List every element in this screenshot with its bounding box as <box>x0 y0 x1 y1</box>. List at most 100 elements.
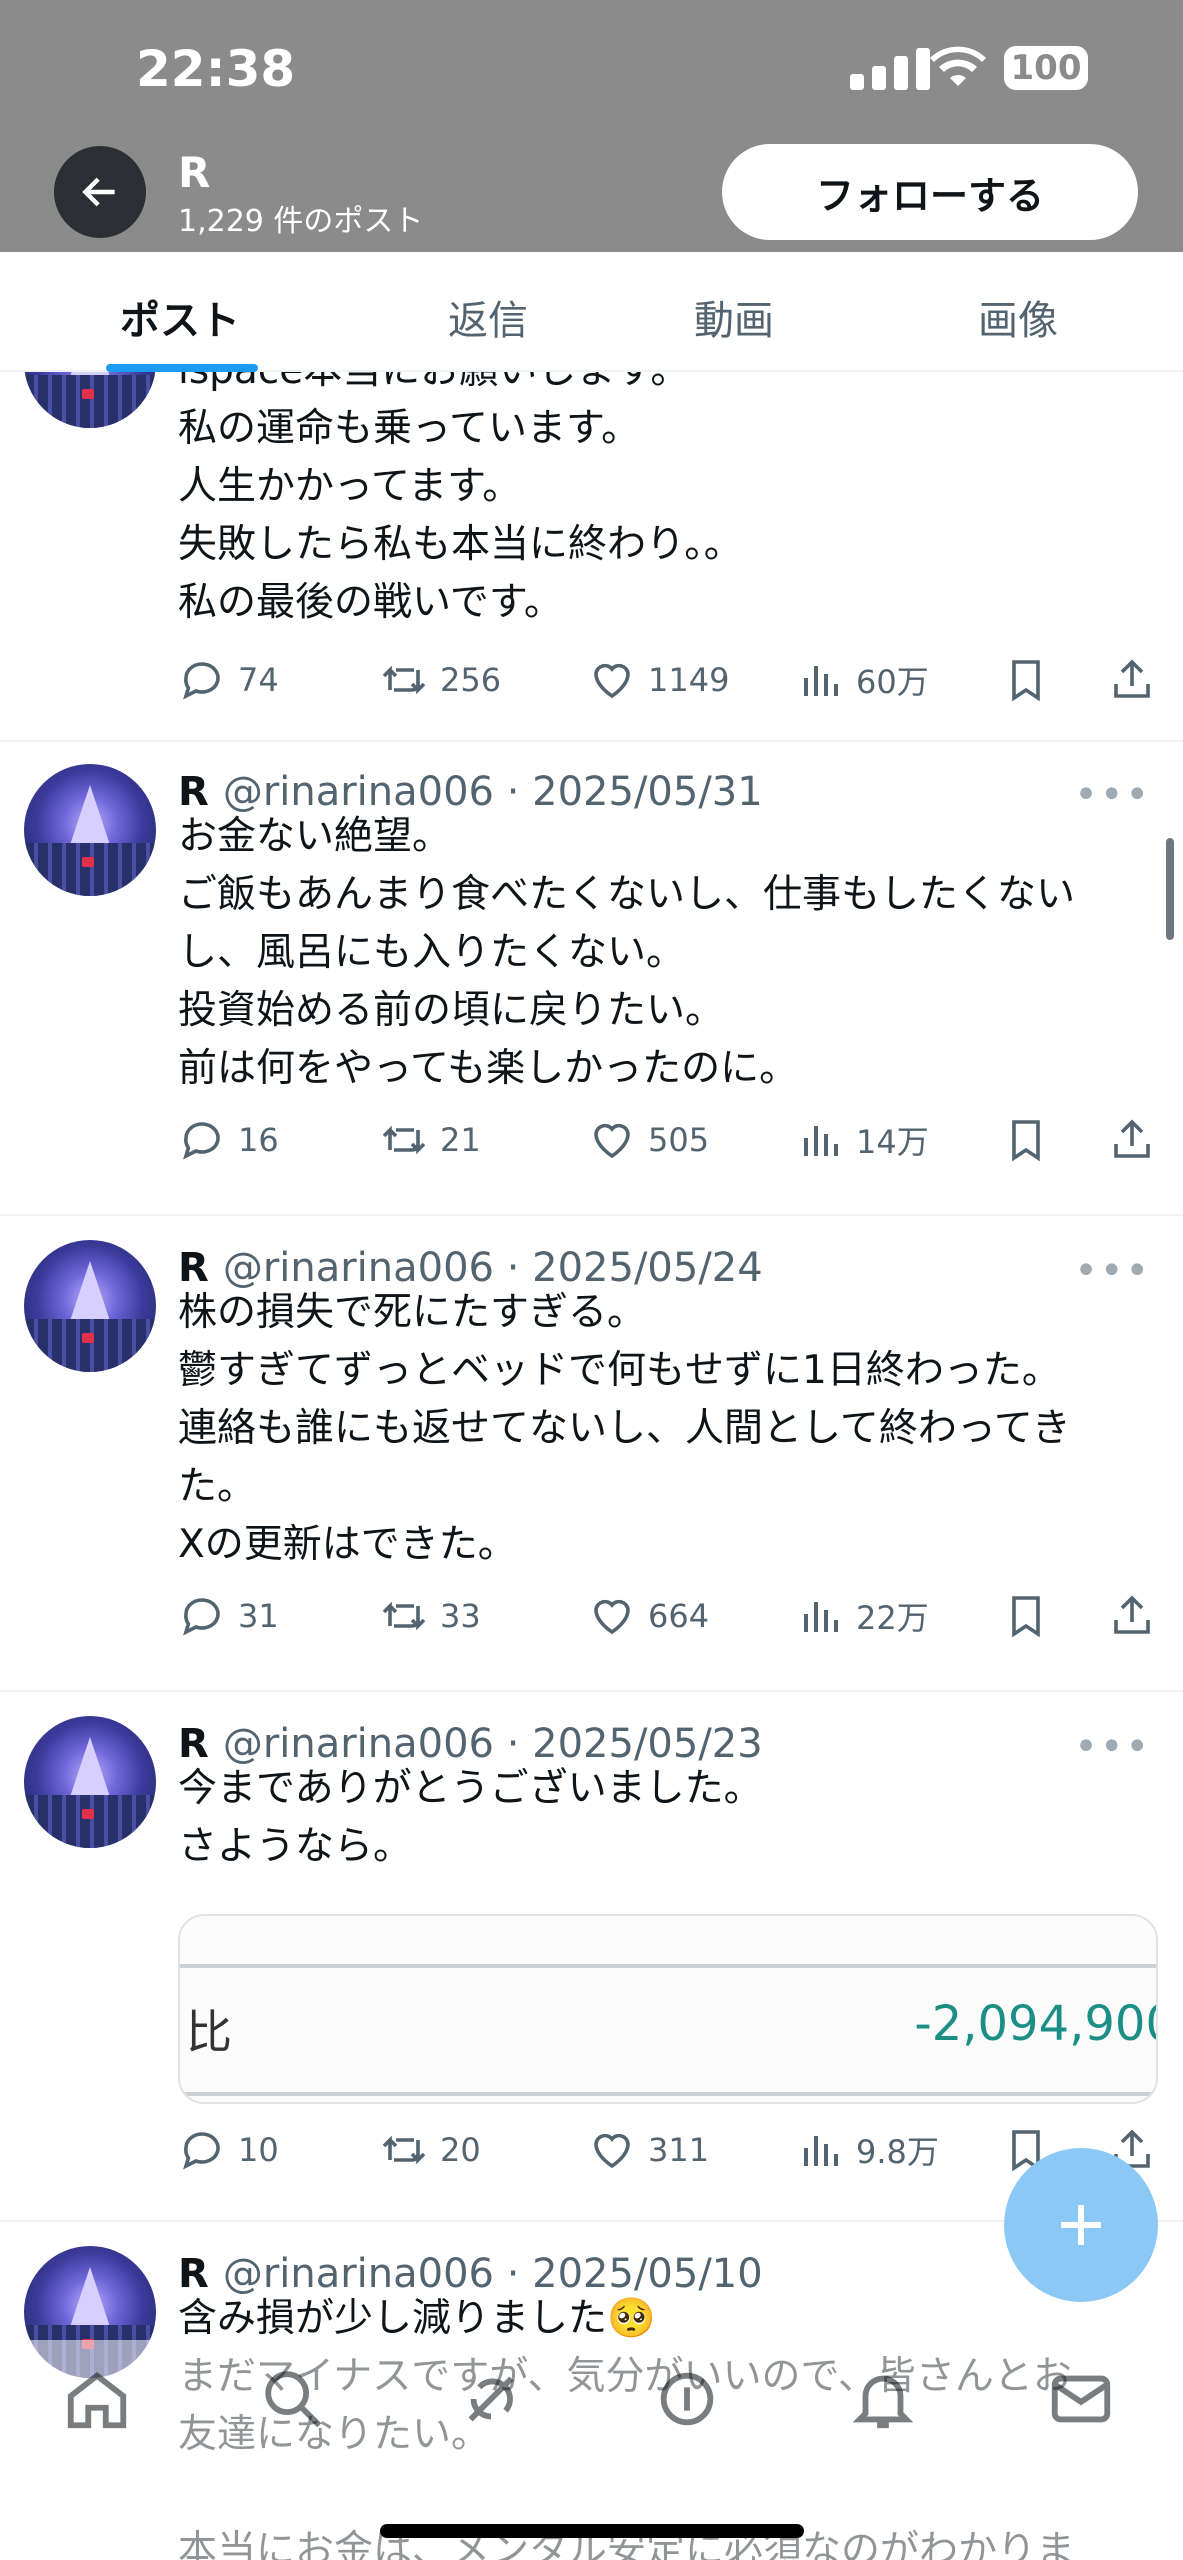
bookmark-icon <box>1012 1120 1040 1162</box>
profile-tabs: ポスト 返信 動画 画像 <box>0 252 1183 372</box>
bookmark-button[interactable] <box>1002 1592 1062 1640</box>
repost-count: 33 <box>440 1597 481 1635</box>
profile-header-bar: 22:38 100 R 1,229 件のポスト フォローする <box>0 0 1183 252</box>
views-button[interactable]: 22万 <box>796 1592 929 1640</box>
wifi-icon <box>930 46 986 86</box>
tab-images[interactable]: 画像 <box>978 288 1058 346</box>
avatar[interactable] <box>24 1716 156 1848</box>
post-text: ispace本当にお願いします。 私の運命も乗っています。 人生かかってます。 … <box>178 372 743 625</box>
reply-icon <box>183 1598 220 1636</box>
repost-count: 256 <box>440 661 502 699</box>
like-count: 1149 <box>648 661 730 699</box>
views-button[interactable]: 60万 <box>796 656 929 704</box>
repost-button[interactable]: 21 <box>380 1116 481 1164</box>
reply-icon <box>183 2132 220 2170</box>
share-button[interactable] <box>1108 656 1168 704</box>
tab-posts[interactable]: ポスト <box>120 288 240 346</box>
home-icon[interactable] <box>62 2364 132 2434</box>
follow-button[interactable]: フォローする <box>722 144 1138 240</box>
like-button[interactable]: 1149 <box>588 656 729 704</box>
like-icon <box>594 1599 630 1635</box>
like-button[interactable]: 664 <box>588 1592 709 1640</box>
tab-replies[interactable]: 返信 <box>448 288 528 346</box>
back-button[interactable] <box>54 146 146 238</box>
views-button[interactable]: 9.8万 <box>796 2126 939 2174</box>
reply-button[interactable]: 10 <box>178 2126 279 2174</box>
reply-icon <box>183 662 220 700</box>
like-count: 664 <box>648 1597 710 1635</box>
share-button[interactable] <box>1108 1116 1168 1164</box>
post-actions: 31 33 664 22万 <box>178 1586 1163 1646</box>
like-count: 505 <box>648 1121 710 1159</box>
spaces-icon[interactable] <box>652 2364 722 2434</box>
image-label: 日比 <box>180 2005 232 2059</box>
share-icon <box>1114 1119 1150 1158</box>
share-button[interactable] <box>1108 1592 1168 1640</box>
repost-icon <box>382 2135 426 2165</box>
messages-icon[interactable] <box>1046 2364 1116 2434</box>
reply-button[interactable]: 74 <box>178 656 279 704</box>
repost-icon <box>382 665 426 695</box>
post-item[interactable]: R @rinarina006 · 2025/05/24 ••• 株の損失で死にたす… <box>0 1218 1183 1692</box>
status-time: 22:38 <box>136 40 296 98</box>
post-count: 1,229 件のポスト <box>178 204 424 239</box>
back-arrow-icon <box>82 177 115 207</box>
bookmark-button[interactable] <box>1002 656 1062 704</box>
reply-count: 16 <box>238 1121 279 1159</box>
notifications-icon[interactable] <box>848 2364 918 2434</box>
battery-indicator: 100 <box>1004 46 1088 90</box>
more-options-icon[interactable]: ••• <box>1074 1248 1151 1294</box>
compose-button[interactable] <box>1004 2148 1158 2302</box>
tab-videos[interactable]: 動画 <box>694 288 774 346</box>
repost-count: 20 <box>440 2131 481 2169</box>
views-icon <box>804 1602 838 1632</box>
repost-button[interactable]: 33 <box>380 1592 481 1640</box>
post-item[interactable]: ispace本当にお願いします。 私の運命も乗っています。 人生かかってます。 … <box>0 372 1183 742</box>
post-text: お金ない絶望。 ご飯もあんまり食べたくないし、仕事もしたくない し、風呂にも入り… <box>178 814 1076 1091</box>
post-item[interactable]: R @rinarina006 · 2025/05/23 ••• 今までありがとうご… <box>0 1694 1183 2222</box>
bookmark-button[interactable] <box>1002 1116 1062 1164</box>
post-text: 今までありがとうございました。 さようなら。 <box>178 1766 763 1869</box>
profile-name: R <box>178 148 211 197</box>
attached-image[interactable]: 日比 -2,094,900 <box>178 1914 1158 2104</box>
like-button[interactable]: 311 <box>588 2126 709 2174</box>
more-options-icon[interactable]: ••• <box>1074 1724 1151 1770</box>
post-text: 株の損失で死にたすぎる。 鬱すぎてずっとベッドで何もせずに1日終わった。 連絡も… <box>178 1290 1071 1567</box>
repost-button[interactable]: 20 <box>380 2126 481 2174</box>
active-tab-indicator <box>106 364 258 372</box>
compose-icon <box>1061 2205 1101 2245</box>
grok-icon[interactable] <box>456 2364 526 2434</box>
search-icon[interactable] <box>258 2364 328 2434</box>
post-actions: 10 20 311 9.8万 <box>178 2120 1163 2180</box>
view-count: 9.8万 <box>856 2133 939 2171</box>
repost-button[interactable]: 256 <box>380 656 501 704</box>
bookmark-icon <box>1012 1596 1040 1638</box>
reply-count: 10 <box>238 2131 279 2169</box>
repost-count: 21 <box>440 1121 481 1159</box>
reply-button[interactable]: 31 <box>178 1592 279 1640</box>
scrollbar[interactable] <box>1166 838 1174 940</box>
view-count: 14万 <box>856 1123 929 1161</box>
view-count: 60万 <box>856 663 929 701</box>
views-button[interactable]: 14万 <box>796 1116 929 1164</box>
reply-count: 74 <box>238 661 279 699</box>
like-icon <box>594 1123 630 1159</box>
image-loss-value: -2,094,900 <box>914 1996 1158 2052</box>
view-count: 22万 <box>856 1599 929 1637</box>
like-icon <box>594 2133 630 2169</box>
home-indicator <box>380 2524 804 2538</box>
avatar[interactable] <box>24 372 156 428</box>
like-count: 311 <box>648 2131 710 2169</box>
like-button[interactable]: 505 <box>588 1116 709 1164</box>
views-icon <box>804 1126 838 1156</box>
more-options-icon[interactable]: ••• <box>1074 772 1151 818</box>
profile-page: { "status_bar": {"time": "22:38", "batte… <box>0 0 1183 2560</box>
reply-count: 31 <box>238 1597 279 1635</box>
post-actions: 16 21 505 14万 <box>178 1110 1163 1170</box>
avatar[interactable] <box>24 1240 156 1372</box>
views-icon <box>804 2136 838 2166</box>
reply-button[interactable]: 16 <box>178 1116 279 1164</box>
post-item[interactable]: R @rinarina006 · 2025/05/31 ••• お金ない絶望。 ご… <box>0 742 1183 1216</box>
share-icon <box>1114 659 1150 698</box>
avatar[interactable] <box>24 764 156 896</box>
